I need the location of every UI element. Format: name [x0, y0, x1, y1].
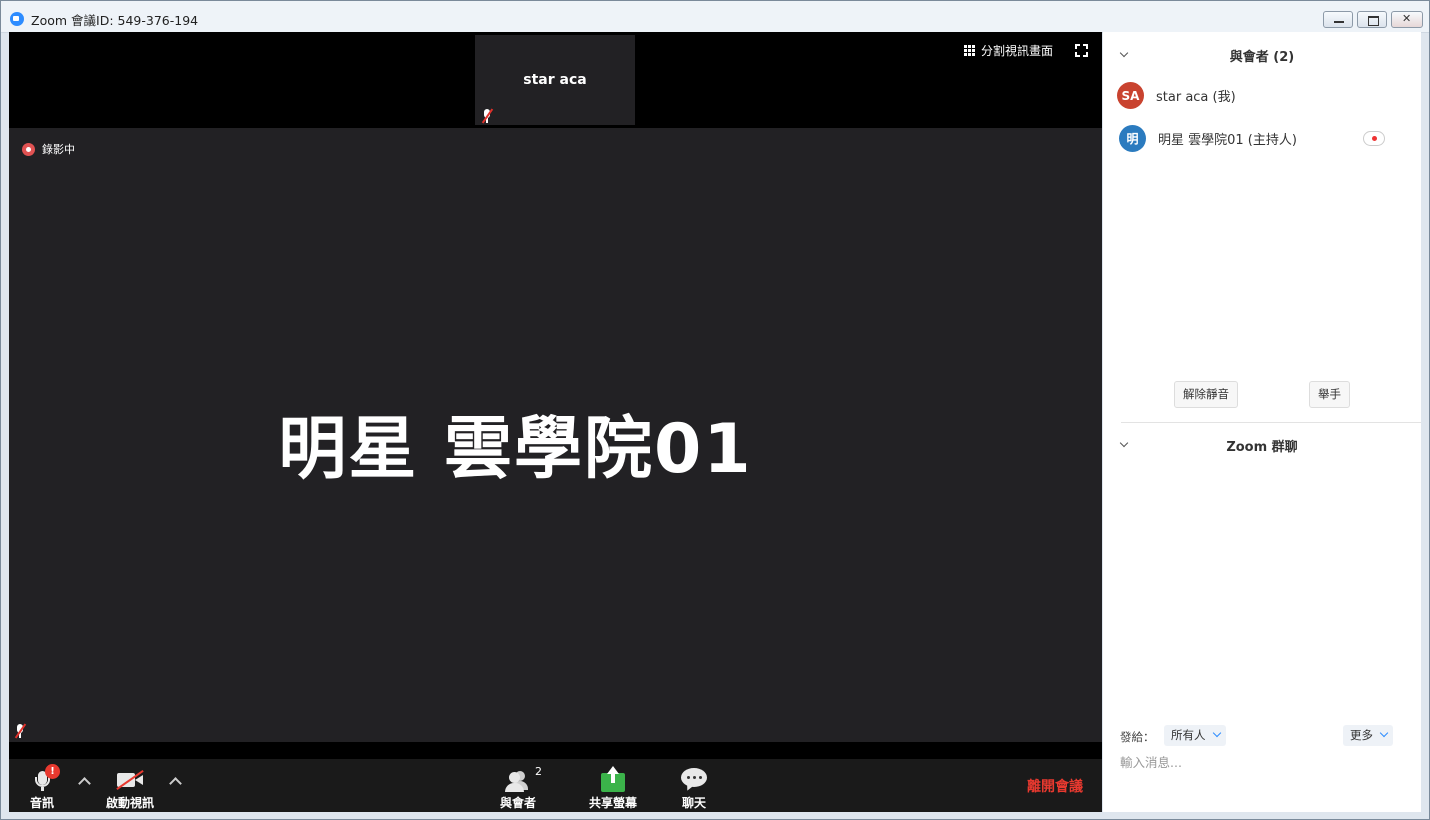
recording-label: 錄影中 — [42, 143, 75, 156]
grid-icon — [964, 45, 975, 56]
participant-thumbnail[interactable]: star aca — [475, 35, 635, 125]
share-screen-icon — [600, 766, 626, 792]
minimize-button[interactable] — [1323, 11, 1353, 28]
active-speaker-view: 錄影中 明星 雲學院01 — [9, 128, 1102, 742]
chat-label: 聊天 — [681, 796, 706, 810]
thumbnail-name: star aca — [523, 72, 587, 88]
recording-icon — [22, 142, 35, 156]
chat-panel-title: Zoom 群聊 — [1226, 440, 1298, 455]
muted-mic-icon — [479, 107, 495, 125]
video-off-icon — [115, 766, 145, 792]
chat-message-input[interactable] — [1120, 755, 1400, 770]
zoom-window: Zoom 會議ID: 549-376-194 star aca 分割視訊畫面 錄… — [0, 0, 1430, 820]
chevron-down-icon — [1379, 728, 1389, 738]
recipient-value: 所有人 — [1171, 728, 1206, 742]
chevron-down-icon — [1212, 728, 1221, 738]
avatar: SA — [1117, 82, 1144, 109]
participants-count: 2 — [535, 765, 542, 778]
close-button[interactable] — [1391, 11, 1423, 28]
more-label: 更多 — [1350, 728, 1373, 742]
raise-hand-button[interactable]: 舉手 — [1309, 381, 1350, 408]
more-options-button[interactable]: 更多 — [1343, 725, 1393, 746]
participants-icon: 2 — [501, 765, 542, 792]
participants-panel-title: 與會者 (2) — [1229, 50, 1295, 65]
audio-options-chevron-icon[interactable] — [79, 776, 89, 786]
participant-name: 明星 雲學院01 (主持人) — [1158, 133, 1297, 148]
chat-button[interactable]: 聊天 — [677, 766, 711, 811]
side-panel: 與會者 (2) SA star aca (我) 明 明星 雲學院01 (主持人)… — [1103, 32, 1421, 812]
microphone-icon: ! — [29, 764, 60, 792]
start-video-button[interactable]: 啟動視訊 — [101, 766, 159, 811]
participant-row[interactable]: 明 明星 雲學院01 (主持人) — [1119, 125, 1297, 152]
participants-label: 與會者 — [499, 796, 536, 810]
meeting-toolbar: ! 音訊 啟動視訊 2 與會者 共享螢幕 聊天 離開會議 — [9, 759, 1102, 812]
leave-meeting-button[interactable]: 離開會議 — [1027, 776, 1083, 796]
video-area: star aca 分割視訊畫面 錄影中 明星 雲學院01 ! 音訊 啟動視訊 2… — [9, 32, 1102, 812]
muted-mic-icon — [12, 722, 28, 740]
share-screen-label: 共享螢幕 — [588, 796, 637, 810]
participant-name: star aca (我) — [1156, 90, 1236, 105]
maximize-button[interactable] — [1357, 11, 1387, 28]
alert-badge: ! — [45, 764, 60, 779]
send-to-label: 發給： — [1120, 730, 1155, 744]
unmute-button[interactable]: 解除靜音 — [1174, 381, 1238, 408]
recipient-select[interactable]: 所有人 — [1164, 725, 1226, 746]
recording-indicator: 錄影中 — [22, 141, 75, 157]
video-options-chevron-icon[interactable] — [170, 776, 180, 786]
zoom-logo-icon — [10, 12, 24, 26]
gallery-view-button[interactable]: 分割視訊畫面 — [964, 42, 1053, 59]
recording-status-icon — [1363, 131, 1385, 146]
chat-bubble-icon — [680, 766, 708, 793]
panel-divider — [1121, 422, 1421, 423]
audio-button[interactable]: ! 音訊 — [23, 764, 61, 811]
avatar: 明 — [1119, 125, 1146, 152]
window-title: Zoom 會議ID: 549-376-194 — [31, 13, 199, 28]
audio-label: 音訊 — [29, 796, 54, 810]
fullscreen-icon[interactable] — [1075, 44, 1088, 57]
active-speaker-name: 明星 雲學院01 — [278, 410, 753, 489]
share-screen-button[interactable]: 共享螢幕 — [585, 766, 641, 811]
video-label: 啟動視訊 — [105, 796, 154, 810]
title-bar: Zoom 會議ID: 549-376-194 — [1, 1, 1429, 33]
participant-row[interactable]: SA star aca (我) — [1117, 82, 1236, 109]
gallery-view-label: 分割視訊畫面 — [981, 44, 1054, 58]
participants-button[interactable]: 2 與會者 — [496, 765, 542, 811]
